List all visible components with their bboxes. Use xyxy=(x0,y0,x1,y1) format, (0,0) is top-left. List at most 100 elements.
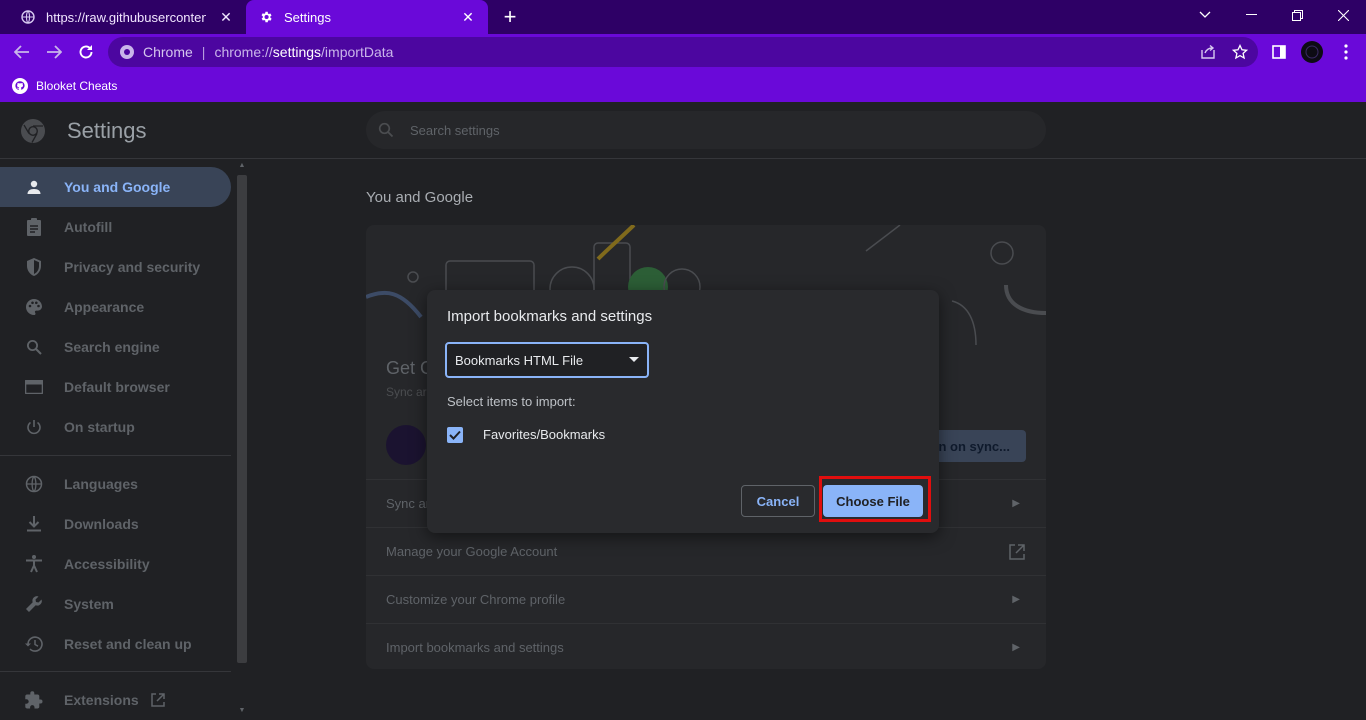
tab-strip: https://raw.githubusercontent.com ✕ Sett… xyxy=(0,0,1366,34)
globe-icon xyxy=(24,474,44,494)
sidebar-item-label: Downloads xyxy=(64,516,139,532)
row-customize-profile[interactable]: Customize your Chrome profile ▶ xyxy=(366,575,1046,623)
checkbox-label: Favorites/Bookmarks xyxy=(483,427,606,442)
sidebar-item-reset[interactable]: Reset and clean up xyxy=(0,624,231,664)
url-host: settings xyxy=(272,44,322,60)
close-icon[interactable]: ✕ xyxy=(458,7,478,27)
browser-toolbar: Chrome | chrome://settings/importData xyxy=(0,34,1366,70)
clipboard-icon xyxy=(24,217,44,237)
chevron-down-icon[interactable] xyxy=(1182,0,1228,30)
row-label: Customize your Chrome profile xyxy=(386,592,566,607)
side-panel-icon[interactable] xyxy=(1267,40,1291,64)
row-manage-google-account[interactable]: Manage your Google Account xyxy=(366,527,1046,575)
reload-button[interactable] xyxy=(72,38,100,66)
globe-icon xyxy=(20,9,36,25)
close-window-button[interactable] xyxy=(1320,0,1366,30)
restore-button[interactable] xyxy=(1274,0,1320,30)
palette-icon xyxy=(24,297,44,317)
history-icon xyxy=(24,634,44,654)
row-label: Manage your Google Account xyxy=(386,544,558,559)
sidebar-item-label: Default browser xyxy=(64,379,170,395)
url-path: /importData xyxy=(321,44,394,60)
choose-file-button[interactable]: Choose File xyxy=(823,485,923,517)
star-icon[interactable] xyxy=(1228,40,1252,64)
scrollbar-thumb[interactable] xyxy=(237,175,247,663)
sidebar-item-privacy[interactable]: Privacy and security xyxy=(0,247,231,287)
forward-button[interactable] xyxy=(40,38,68,66)
sidebar-item-label: Privacy and security xyxy=(64,259,201,275)
sidebar-item-label: Accessibility xyxy=(64,556,150,572)
import-dialog: Import bookmarks and settings Bookmarks … xyxy=(427,290,939,533)
new-tab-button[interactable]: + xyxy=(498,4,522,29)
sidebar-scrollbar[interactable]: ▲ ▼ xyxy=(234,159,250,720)
search-icon xyxy=(378,122,394,138)
chrome-icon xyxy=(120,45,134,59)
sidebar-item-label: System xyxy=(64,596,114,612)
sidebar-item-on-startup[interactable]: On startup xyxy=(0,407,231,447)
import-source-select[interactable]: Bookmarks HTML File xyxy=(445,342,649,378)
omnibox-separator: | xyxy=(201,44,206,60)
search-input[interactable]: Search settings xyxy=(366,111,1046,149)
sidebar-item-languages[interactable]: Languages xyxy=(0,464,231,504)
wrench-icon xyxy=(24,594,44,614)
sidebar-item-extensions[interactable]: Extensions xyxy=(0,680,231,720)
sidebar-item-you-and-google[interactable]: You and Google xyxy=(0,167,231,207)
row-label: Import bookmarks and settings xyxy=(386,640,564,655)
bookmark-label: Blooket Cheats xyxy=(36,79,118,93)
address-bar[interactable]: Chrome | chrome://settings/importData xyxy=(108,37,1258,67)
omnibox-chip: Chrome xyxy=(143,44,193,60)
tab-title: Settings xyxy=(284,9,331,25)
download-icon xyxy=(24,514,44,534)
power-icon xyxy=(24,417,44,437)
settings-header: Settings Search settings xyxy=(0,102,1366,159)
sidebar-item-accessibility[interactable]: Accessibility xyxy=(0,544,231,584)
sidebar-divider xyxy=(0,455,231,456)
back-button[interactable] xyxy=(8,38,36,66)
external-link-icon xyxy=(1009,543,1025,560)
sidebar-item-label: Languages xyxy=(64,476,138,492)
turn-on-sync-button[interactable]: rn on sync... xyxy=(926,430,1026,462)
sidebar-item-label: Reset and clean up xyxy=(64,636,192,652)
row-import-bookmarks[interactable]: Import bookmarks and settings ▶ xyxy=(366,623,1046,669)
sidebar-item-appearance[interactable]: Appearance xyxy=(0,287,231,327)
cancel-button[interactable]: Cancel xyxy=(741,485,815,517)
tab-title: https://raw.githubusercontent.com xyxy=(46,9,206,25)
share-icon[interactable] xyxy=(1196,40,1220,64)
checkmark-icon xyxy=(449,430,461,440)
profile-avatar[interactable] xyxy=(1300,40,1324,64)
external-link-icon xyxy=(151,693,165,707)
tab-settings[interactable]: Settings ✕ xyxy=(246,0,488,34)
minimize-button[interactable] xyxy=(1228,0,1274,30)
settings-sidebar: You and Google Autofill Privacy and secu… xyxy=(0,159,250,720)
scroll-up-arrow[interactable]: ▲ xyxy=(237,162,247,170)
sidebar-item-label: Appearance xyxy=(64,299,145,315)
bookmarks-checkbox[interactable] xyxy=(447,427,463,443)
sidebar-item-label: Search engine xyxy=(64,339,160,355)
chevron-right-icon: ▶ xyxy=(1012,594,1020,605)
accessibility-icon xyxy=(24,554,44,574)
sidebar-divider xyxy=(0,671,231,672)
section-title: You and Google xyxy=(366,189,474,206)
select-value: Bookmarks HTML File xyxy=(455,352,584,368)
page-title: Settings xyxy=(67,118,147,143)
more-menu-icon[interactable] xyxy=(1334,40,1358,64)
chrome-logo-icon xyxy=(21,119,45,143)
close-icon[interactable]: ✕ xyxy=(216,7,236,27)
scroll-down-arrow[interactable]: ▼ xyxy=(237,707,247,715)
sidebar-item-default-browser[interactable]: Default browser xyxy=(0,367,231,407)
sidebar-item-label: You and Google xyxy=(64,179,171,195)
search-placeholder: Search settings xyxy=(410,122,500,138)
gear-icon xyxy=(258,9,274,25)
browser-icon xyxy=(24,377,44,397)
sidebar-item-system[interactable]: System xyxy=(0,584,231,624)
chevron-right-icon: ▶ xyxy=(1012,498,1020,509)
sidebar-item-downloads[interactable]: Downloads xyxy=(0,504,231,544)
github-icon xyxy=(12,78,28,94)
sidebar-item-search-engine[interactable]: Search engine xyxy=(0,327,231,367)
sidebar-item-label: On startup xyxy=(64,419,135,435)
bookmark-blooket-cheats[interactable]: Blooket Cheats xyxy=(12,74,117,98)
sidebar-item-autofill[interactable]: Autofill xyxy=(0,207,231,247)
tab-raw-github[interactable]: https://raw.githubusercontent.com ✕ xyxy=(8,0,246,34)
avatar xyxy=(386,425,426,465)
search-icon xyxy=(24,337,44,357)
